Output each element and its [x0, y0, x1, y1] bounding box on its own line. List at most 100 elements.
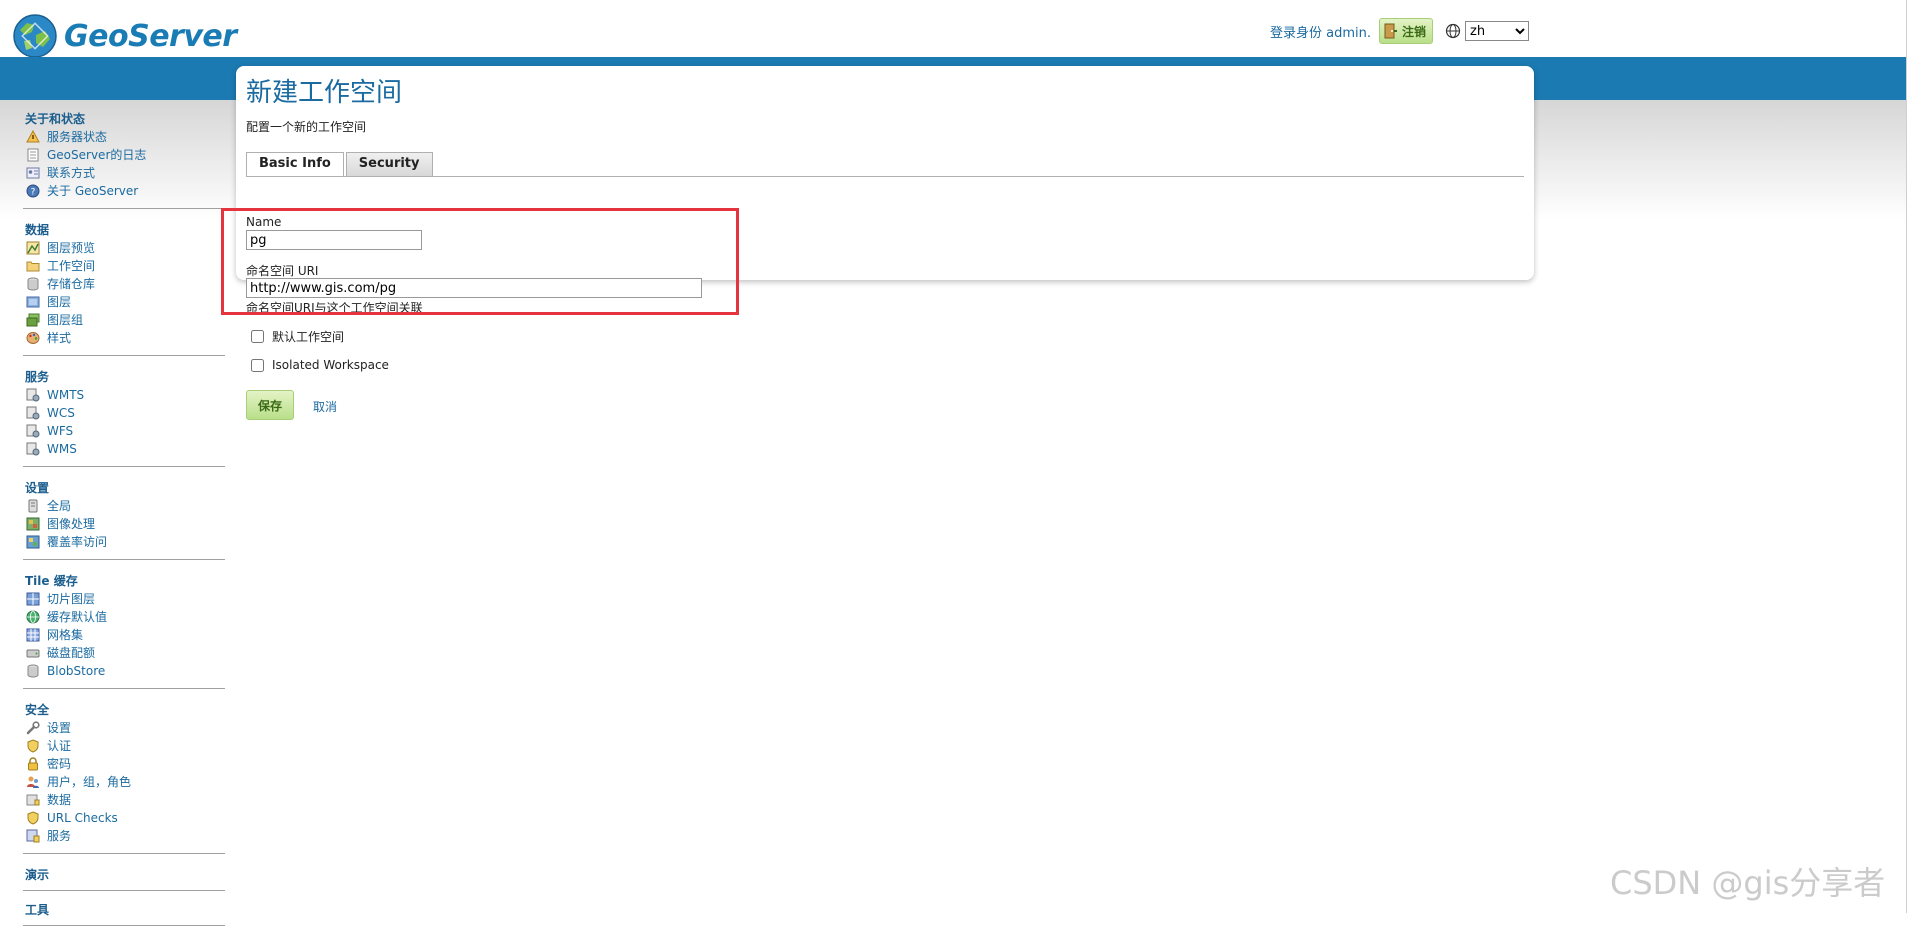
sidebar-item-label: WFS: [47, 424, 74, 438]
sidebar-item[interactable]: WCS: [25, 404, 225, 422]
service-icon: [25, 423, 41, 439]
save-button[interactable]: 保存: [246, 390, 294, 420]
login-status-text: 登录身份 admin.: [1270, 25, 1371, 41]
sidebar-item-label: 覆盖率访问: [47, 535, 108, 549]
globe-language-icon: [1445, 23, 1461, 39]
layer-icon: [25, 294, 41, 310]
sidebar-item[interactable]: WMS: [25, 440, 225, 458]
tab-basic-info[interactable]: Basic Info: [246, 152, 344, 177]
logo-text: GeoServer: [64, 18, 237, 54]
name-input[interactable]: [246, 230, 422, 250]
language-area: zh: [1445, 21, 1530, 41]
sidebar-item-label: 图层: [47, 295, 72, 309]
sidebar-item-label: URL Checks: [47, 811, 118, 825]
sidebar-section-title: 设置: [25, 481, 50, 495]
about-icon: ?: [25, 183, 41, 199]
sidebar-item[interactable]: WFS: [25, 422, 225, 440]
gridset-icon: [25, 627, 41, 643]
contact-card-icon: [25, 165, 41, 181]
global-settings-icon: [25, 498, 41, 514]
sidebar-item[interactable]: 服务: [25, 827, 225, 845]
sidebar-item-label: 缓存默认值: [47, 610, 108, 624]
sidebar-item[interactable]: 存储仓库: [25, 275, 225, 293]
isolated-workspace-checkbox[interactable]: [251, 358, 264, 372]
sidebar-item[interactable]: 联系方式: [25, 164, 225, 182]
namespace-uri-input[interactable]: [246, 278, 702, 298]
sidebar-item[interactable]: 图层组: [25, 311, 225, 329]
sidebar-section-title[interactable]: 工具: [25, 901, 225, 919]
language-select[interactable]: zh: [1465, 21, 1530, 41]
sidebar-section: 关于和状态 服务器状态 GeoServer的日志 联系方式? 关于 GeoServer: [23, 108, 225, 209]
sidebar-item[interactable]: 切片图层: [25, 590, 225, 608]
sidebar-section-title: 服务: [25, 370, 50, 384]
logout-label: 注销: [1402, 24, 1427, 39]
tab-bar: Basic Info Security: [246, 152, 433, 177]
sidebar-item[interactable]: 密码: [25, 755, 225, 773]
content-panel: 新建工作空间 配置一个新的工作空间 Basic Info Security: [236, 66, 1534, 280]
isolated-workspace-row[interactable]: Isolated Workspace: [251, 358, 389, 372]
sidebar-item[interactable]: 设置: [25, 719, 225, 737]
sidebar-item[interactable]: WMTS: [25, 386, 225, 404]
folder-icon: [25, 258, 41, 274]
service-icon: [25, 441, 41, 457]
globe-icon: [25, 609, 41, 625]
sidebar-item[interactable]: 认证: [25, 737, 225, 755]
sidebar-item[interactable]: 图层: [25, 293, 225, 311]
header: GeoServer 登录身份 admin. 注销 zh: [0, 0, 1915, 60]
sidebar-item[interactable]: GeoServer的日志: [25, 146, 225, 164]
sidebar-item[interactable]: 缓存默认值: [25, 608, 225, 626]
sidebar-item[interactable]: BlobStore: [25, 662, 225, 680]
sidebar-item[interactable]: 样式: [25, 329, 225, 347]
sidebar-item-label: 密码: [47, 757, 72, 771]
sidebar-section-title: 安全: [25, 703, 50, 717]
sidebar-section: 演示: [23, 864, 225, 891]
sidebar-item-label: 存储仓库: [47, 277, 96, 291]
shield-icon: [25, 810, 41, 826]
service-icon: [25, 405, 41, 421]
sidebar-item-label: 工作空间: [47, 259, 96, 273]
sidebar-item[interactable]: 图层预览: [25, 239, 225, 257]
tab-security[interactable]: Security: [345, 152, 433, 176]
sidebar-item[interactable]: 磁盘配额: [25, 644, 225, 662]
service-icon: [25, 387, 41, 403]
sidebar-item-label: WMS: [47, 442, 77, 456]
page-description: 配置一个新的工作空间: [246, 120, 367, 134]
logout-button[interactable]: 注销: [1379, 18, 1434, 44]
sidebar-section-title[interactable]: 演示: [25, 866, 225, 884]
palette-icon: [25, 330, 41, 346]
sidebar-item-label: 图层组: [47, 313, 84, 327]
page-title: 新建工作空间: [246, 78, 403, 108]
sidebar-item-label: 关于 GeoServer: [47, 184, 139, 198]
default-workspace-label: 默认工作空间: [272, 330, 345, 344]
sidebar-item[interactable]: 覆盖率访问: [25, 533, 225, 551]
default-workspace-checkbox[interactable]: [251, 330, 264, 343]
page-right-edge: [1906, 0, 1915, 913]
sidebar-item[interactable]: 服务器状态: [25, 128, 225, 146]
sidebar-item[interactable]: 工作空间: [25, 257, 225, 275]
sidebar-item-label: 联系方式: [47, 166, 96, 180]
sidebar-item-label: GeoServer的日志: [47, 148, 147, 162]
sidebar-item[interactable]: 用户，组，角色: [25, 773, 225, 791]
tab-divider: [246, 176, 1524, 177]
layer-group-icon: [25, 312, 41, 328]
sidebar-item-label: WMTS: [47, 388, 85, 402]
sidebar-item[interactable]: 网格集: [25, 626, 225, 644]
wrench-icon: [25, 720, 41, 736]
sidebar-item-label: 数据: [47, 793, 72, 807]
sidebar-item[interactable]: 全局: [25, 497, 225, 515]
sidebar-navigation: 关于和状态 服务器状态 GeoServer的日志 联系方式? 关于 GeoServer 数…: [23, 108, 225, 934]
sidebar-item-label: 服务: [47, 829, 72, 843]
sidebar-item-label: 设置: [47, 721, 72, 735]
default-workspace-row[interactable]: 默认工作空间: [251, 328, 344, 345]
cancel-link[interactable]: 取消: [313, 398, 337, 415]
name-label: Name: [246, 215, 282, 229]
sidebar-section: 服务 WMTS WCS WFS WMS: [23, 366, 225, 467]
sidebar-item[interactable]: 图像处理: [25, 515, 225, 533]
logout-door-icon: [1384, 23, 1397, 39]
geoserver-logo[interactable]: GeoServer: [12, 13, 237, 59]
sidebar-item[interactable]: URL Checks: [25, 809, 225, 827]
tile-layers-icon: [25, 591, 41, 607]
sidebar-item-label: 图像处理: [47, 517, 96, 531]
sidebar-item[interactable]: ? 关于 GeoServer: [25, 182, 225, 200]
sidebar-item[interactable]: 数据: [25, 791, 225, 809]
